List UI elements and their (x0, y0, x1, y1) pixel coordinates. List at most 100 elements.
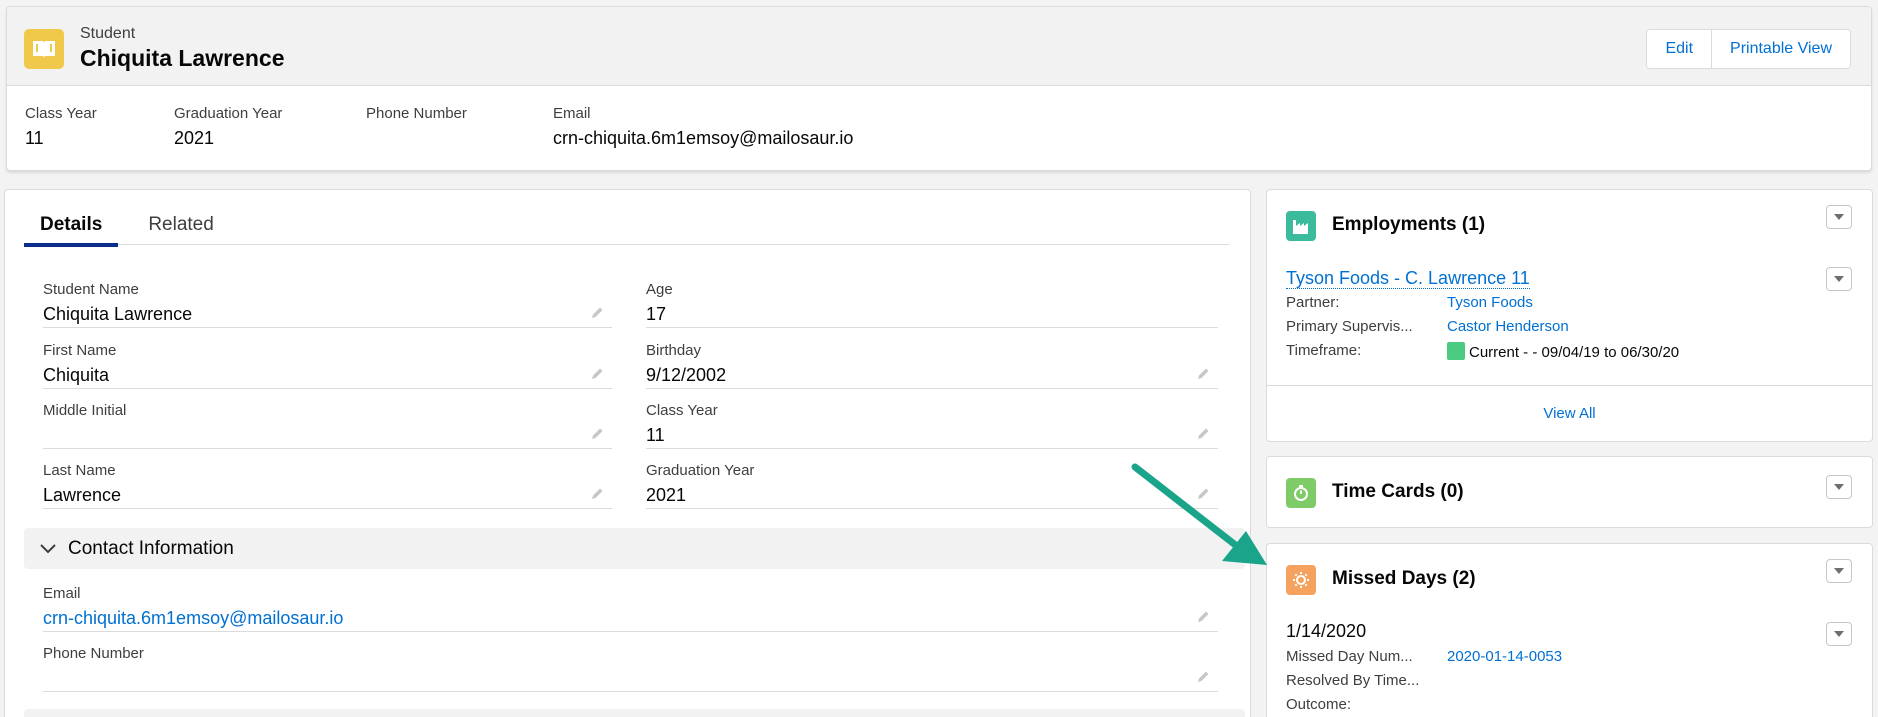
pencil-edit-icon[interactable] (1194, 365, 1212, 383)
row-label: Partner: (1286, 294, 1340, 311)
next-section-header[interactable] (24, 709, 1245, 717)
field-value: 2021 (646, 485, 687, 505)
missed-day-number-link[interactable]: 2020-01-14-0053 (1447, 648, 1562, 665)
field-value: Chiquita Lawrence (43, 304, 193, 324)
header-action-group: Edit Printable View (1646, 29, 1851, 69)
pencil-edit-icon[interactable] (588, 485, 606, 503)
row-label: Resolved By Time... (1286, 672, 1420, 689)
field-graduation-year: Graduation Year 2021 (646, 460, 1218, 509)
field-label: Class Year (646, 402, 718, 419)
item-menu-button[interactable] (1826, 267, 1852, 291)
highlight-label: Email (553, 105, 591, 122)
status-indicator-icon (1447, 342, 1465, 360)
field-age: Age 17 (646, 279, 1218, 328)
view-all-link[interactable]: View All (1543, 405, 1595, 422)
student-book-icon (24, 29, 64, 69)
tab-details[interactable]: Details (24, 214, 119, 247)
field-label: Graduation Year (646, 462, 755, 479)
card-header: Time Cards (0) (1267, 457, 1872, 527)
card-menu-button[interactable] (1826, 559, 1852, 583)
field-value: 9/12/2002 (646, 365, 727, 385)
field-first-name: First Name Chiquita (43, 340, 612, 389)
field-value: 11 (646, 425, 665, 445)
outcome-row: Outcome: (1286, 696, 1846, 716)
row-label: Missed Day Num... (1286, 648, 1413, 665)
object-type-label: Student (80, 25, 136, 42)
tab-bar: Details Related (24, 214, 1229, 247)
pencil-edit-icon[interactable] (1194, 608, 1212, 626)
card-menu-button[interactable] (1826, 475, 1852, 499)
highlight-value: 11 (25, 128, 44, 148)
card-title[interactable]: Time Cards (0) (1332, 481, 1464, 503)
field-label: Birthday (646, 342, 702, 359)
stopwatch-icon (1286, 478, 1316, 508)
employments-card: Employments (1) Tyson Foods - C. Lawrenc… (1266, 189, 1873, 442)
field-label: First Name (43, 342, 117, 359)
field-email: Email crn-chiquita.6m1emsoy@mailosaur.io (43, 583, 1218, 632)
partner-row: Partner: Tyson Foods (1286, 294, 1846, 314)
edit-button[interactable]: Edit (1647, 30, 1712, 68)
highlight-class-year: Class Year 11 (25, 105, 97, 149)
field-value: Lawrence (43, 485, 122, 505)
record-header: Student Chiquita Lawrence Edit Printable… (6, 6, 1872, 171)
field-label: Middle Initial (43, 402, 127, 419)
highlight-label: Graduation Year (174, 105, 283, 122)
field-last-name: Last Name Lawrence (43, 460, 612, 509)
partner-link[interactable]: Tyson Foods (1447, 294, 1533, 311)
highlight-email-link[interactable]: crn-chiquita.6m1emsoy@mailosaur.io (553, 128, 853, 149)
employment-record-link[interactable]: Tyson Foods - C. Lawrence 11 (1286, 269, 1530, 289)
supervisor-row: Primary Supervis... Castor Henderson (1286, 318, 1846, 338)
details-card: Details Related Student Name Chiquita La… (4, 189, 1251, 717)
record-title: Chiquita Lawrence (80, 45, 285, 71)
row-label: Timeframe: (1286, 342, 1362, 359)
field-label: Email (43, 585, 81, 602)
time-cards-card: Time Cards (0) (1266, 456, 1873, 528)
highlight-value: 2021 (174, 128, 215, 148)
field-label: Phone Number (43, 645, 144, 662)
field-label: Student Name (43, 281, 139, 298)
pencil-edit-icon[interactable] (1194, 485, 1212, 503)
contact-information-section-toggle[interactable]: Contact Information (24, 528, 1245, 569)
field-label: Last Name (43, 462, 116, 479)
field-class-year: Class Year 11 (646, 400, 1218, 449)
card-header: Employments (1) (1267, 190, 1872, 260)
highlight-label: Class Year (25, 105, 97, 122)
card-title[interactable]: Employments (1) (1332, 214, 1485, 236)
field-middle-initial: Middle Initial (43, 400, 612, 449)
printable-view-button[interactable]: Printable View (1711, 30, 1850, 68)
field-value: Chiquita (43, 365, 110, 385)
highlight-email: Email crn-chiquita.6m1emsoy@mailosaur.io (553, 105, 853, 149)
missed-day-record-title[interactable]: 1/14/2020 (1286, 622, 1366, 641)
section-title: Contact Information (68, 537, 234, 559)
timeframe-row: Timeframe: Current - - 09/04/19 to 06/30… (1286, 342, 1846, 362)
supervisor-link[interactable]: Castor Henderson (1447, 318, 1569, 335)
row-label: Primary Supervis... (1286, 318, 1413, 335)
card-title[interactable]: Missed Days (2) (1332, 568, 1476, 590)
pencil-edit-icon[interactable] (1194, 425, 1212, 443)
field-student-name: Student Name Chiquita Lawrence (43, 279, 612, 328)
highlight-label: Phone Number (366, 105, 467, 122)
card-menu-button[interactable] (1826, 205, 1852, 229)
sun-gear-icon (1286, 565, 1316, 595)
chevron-down-icon (38, 539, 58, 559)
pencil-edit-icon[interactable] (588, 425, 606, 443)
tab-related[interactable]: Related (132, 214, 230, 245)
field-value: 17 (646, 304, 667, 324)
highlight-phone-number: Phone Number (366, 105, 467, 128)
missed-days-card: Missed Days (2) 1/14/2020 Missed Day Num… (1266, 543, 1873, 717)
row-label: Outcome: (1286, 696, 1352, 713)
timeframe-value: Current - - 09/04/19 to 06/30/20 (1447, 342, 1679, 361)
field-birthday: Birthday 9/12/2002 (646, 340, 1218, 389)
pencil-edit-icon[interactable] (588, 304, 606, 322)
item-menu-button[interactable] (1826, 622, 1852, 646)
pencil-edit-icon[interactable] (588, 365, 606, 383)
pencil-edit-icon[interactable] (1194, 668, 1212, 686)
resolved-by-row: Resolved By Time... (1286, 672, 1846, 692)
field-phone-number: Phone Number (43, 643, 1218, 692)
email-link[interactable]: crn-chiquita.6m1emsoy@mailosaur.io (43, 608, 343, 629)
factory-icon (1286, 211, 1316, 241)
missed-day-number-row: Missed Day Num... 2020-01-14-0053 (1286, 648, 1846, 668)
highlight-graduation-year: Graduation Year 2021 (174, 105, 282, 149)
field-label: Age (646, 281, 673, 298)
timeframe-text: Current - - 09/04/19 to 06/30/20 (1469, 344, 1680, 361)
